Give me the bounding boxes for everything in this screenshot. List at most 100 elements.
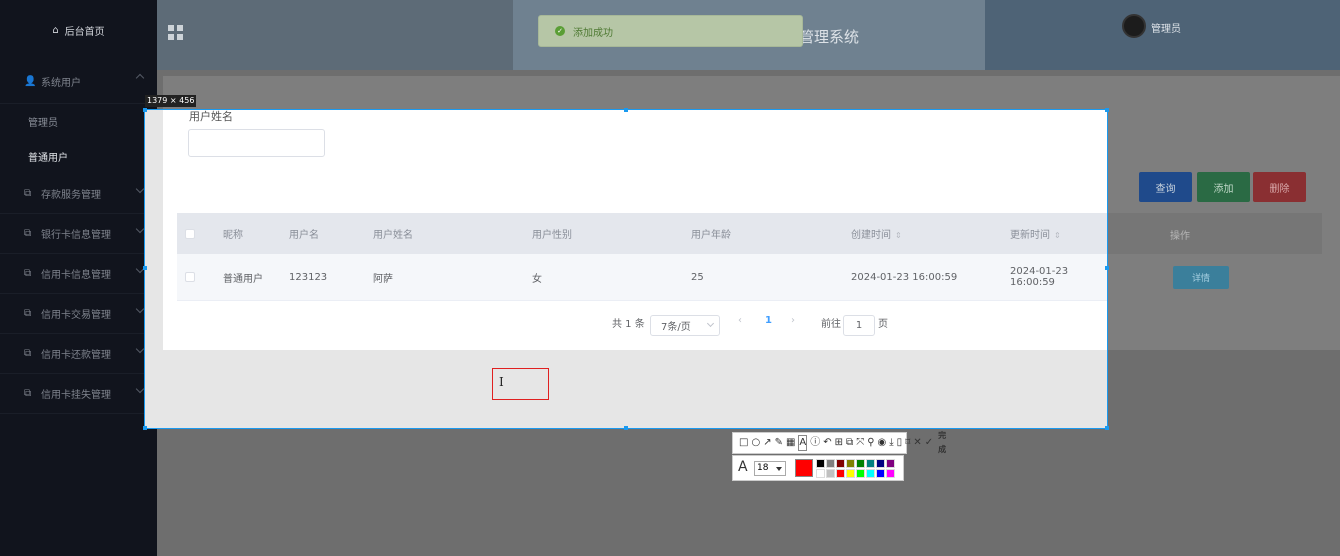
text-tool-icon[interactable]: A bbox=[798, 435, 808, 451]
chevron-down-icon bbox=[135, 224, 145, 234]
color-swatch[interactable] bbox=[886, 459, 895, 468]
scroll-capture-icon[interactable]: ⤧ bbox=[856, 436, 864, 450]
user-name[interactable]: 管理员 bbox=[1151, 20, 1181, 35]
mosaic-tool-icon[interactable]: ▦ bbox=[786, 436, 795, 450]
page-number-1[interactable]: 1 bbox=[765, 315, 772, 326]
sidebar-group-system-users[interactable]: 👤 系统用户 bbox=[0, 60, 157, 104]
select-all-checkbox[interactable] bbox=[185, 228, 195, 239]
dropdown-arrow-icon bbox=[776, 467, 782, 471]
current-color-swatch[interactable] bbox=[795, 459, 813, 477]
delete-button[interactable]: 删除 bbox=[1253, 172, 1306, 202]
sidebar-group-credit-info[interactable]: ⧉ 信用卡信息管理 bbox=[0, 254, 157, 294]
record-icon[interactable]: ◉ bbox=[878, 436, 887, 450]
resize-handle[interactable] bbox=[624, 426, 628, 430]
goto-page-input[interactable]: 1 bbox=[843, 315, 875, 336]
color-swatch[interactable] bbox=[836, 469, 845, 478]
cell-gender: 女 bbox=[532, 273, 542, 285]
resize-handle[interactable] bbox=[1105, 266, 1109, 270]
color-swatch[interactable] bbox=[826, 459, 835, 468]
add-button[interactable]: 添加 bbox=[1197, 172, 1250, 202]
color-swatch[interactable] bbox=[876, 459, 885, 468]
resize-handle[interactable] bbox=[143, 266, 147, 270]
ellipse-tool-icon[interactable]: ○ bbox=[751, 436, 760, 450]
cell-created: 2024-01-23 16:00:59 bbox=[851, 271, 958, 283]
home-icon: ⌂ bbox=[52, 24, 59, 36]
table-row: 普通用户 123123 阿萨 女 25 2024-01-23 16:00:59 … bbox=[177, 254, 1107, 301]
ocr-icon[interactable]: ⊞ bbox=[835, 436, 843, 450]
sidebar-group-deposit[interactable]: ⧉ 存款服务管理 bbox=[0, 174, 157, 214]
color-swatch[interactable] bbox=[856, 459, 865, 468]
color-swatch[interactable] bbox=[876, 469, 885, 478]
color-swatch[interactable] bbox=[816, 469, 825, 478]
sidebar-home[interactable]: ⌂ 后台首页 bbox=[0, 0, 157, 60]
column-header-nickname: 昵称 bbox=[223, 230, 243, 241]
page-size-select[interactable]: 7条/页 bbox=[650, 315, 720, 336]
number-tool-icon[interactable]: ⓘ bbox=[810, 436, 820, 450]
color-swatch[interactable] bbox=[826, 469, 835, 478]
color-swatch[interactable] bbox=[846, 469, 855, 478]
sidebar-group-credit-loss[interactable]: ⧉ 信用卡挂失管理 bbox=[0, 374, 157, 414]
resize-handle[interactable] bbox=[1105, 108, 1109, 112]
cell-name: 阿萨 bbox=[373, 273, 393, 285]
bookmark-icon[interactable]: ⌑ bbox=[905, 436, 910, 450]
success-toast: ✓ 添加成功 bbox=[538, 15, 803, 47]
sidebar-home-label: 后台首页 bbox=[64, 26, 105, 38]
column-header-created[interactable]: 创建时间 ⇕ bbox=[851, 226, 902, 241]
column-header-updated[interactable]: 更新时间 ⇕ bbox=[1010, 226, 1061, 241]
pin-icon[interactable]: ⚲ bbox=[867, 436, 874, 450]
arrow-tool-icon[interactable]: ↗ bbox=[763, 436, 771, 450]
annotation-text-box[interactable]: I bbox=[492, 368, 549, 400]
capture-selection[interactable]: 用户姓名 昵称 用户名 用户姓名 用户性别 用户年龄 创建时间 ⇕ 更新时间 ⇕ 普… bbox=[144, 109, 1108, 429]
sidebar-group-bank-card[interactable]: ⧉ 银行卡信息管理 bbox=[0, 214, 157, 254]
query-button[interactable]: 查询 bbox=[1139, 172, 1192, 202]
external-icon: ⧉ bbox=[24, 188, 32, 199]
color-swatch[interactable] bbox=[866, 459, 875, 468]
chevron-up-icon bbox=[135, 73, 145, 83]
prev-page-button[interactable]: ‹ bbox=[738, 315, 742, 326]
external-icon: ⧉ bbox=[24, 228, 32, 239]
translate-icon[interactable]: ⧉ bbox=[846, 436, 853, 450]
save-icon[interactable]: ⤓ bbox=[889, 436, 893, 450]
avatar[interactable] bbox=[1122, 14, 1146, 38]
sort-icon[interactable]: ⇕ bbox=[895, 231, 902, 240]
next-page-button[interactable]: › bbox=[791, 315, 795, 326]
sidebar-group-credit-repay[interactable]: ⧉ 信用卡还款管理 bbox=[0, 334, 157, 374]
sidebar-group-credit-trade[interactable]: ⧉ 信用卡交易管理 bbox=[0, 294, 157, 334]
sort-icon[interactable]: ⇕ bbox=[1054, 231, 1061, 240]
search-name-label: 用户姓名 bbox=[189, 110, 233, 123]
resize-handle[interactable] bbox=[1105, 426, 1109, 430]
external-icon: ⧉ bbox=[24, 388, 32, 399]
sidebar: ⌂ 后台首页 👤 系统用户 管理员 普通用户 ⧉ 存款服务管理 ⧉ 银行卡信息管… bbox=[0, 0, 157, 556]
check-circle-icon: ✓ bbox=[555, 26, 565, 36]
detail-button[interactable]: 详情 bbox=[1173, 266, 1229, 289]
column-header-action: 操作 bbox=[1170, 231, 1190, 242]
color-swatch[interactable] bbox=[846, 459, 855, 468]
close-icon[interactable]: ✕ bbox=[913, 436, 921, 450]
font-size-select[interactable]: 18 bbox=[754, 461, 786, 476]
rectangle-tool-icon[interactable]: □ bbox=[739, 436, 748, 450]
sidebar-item-admin[interactable]: 管理员 bbox=[0, 104, 157, 139]
chevron-down-icon bbox=[706, 319, 715, 328]
row-checkbox[interactable] bbox=[185, 272, 195, 282]
font-icon: A bbox=[738, 459, 748, 475]
goto-label: 前往 bbox=[821, 319, 841, 330]
sidebar-item-normal-user[interactable]: 普通用户 bbox=[0, 139, 157, 174]
undo-icon[interactable]: ↶ bbox=[823, 436, 831, 450]
copy-icon[interactable]: ▯ bbox=[897, 436, 903, 450]
search-name-input[interactable] bbox=[188, 129, 325, 157]
check-icon[interactable]: ✓ bbox=[925, 436, 933, 450]
cell-username: 123123 bbox=[289, 271, 328, 283]
cell-updated: 2024-01-23 16:00:59 bbox=[1010, 266, 1069, 288]
pencil-tool-icon[interactable]: ✎ bbox=[775, 436, 783, 450]
color-swatch[interactable] bbox=[886, 469, 895, 478]
resize-handle[interactable] bbox=[143, 426, 147, 430]
color-swatch[interactable] bbox=[856, 469, 865, 478]
external-icon: ⧉ bbox=[24, 268, 32, 279]
menu-toggle-icon[interactable] bbox=[168, 25, 183, 40]
color-swatch[interactable] bbox=[816, 459, 825, 468]
color-swatch[interactable] bbox=[836, 459, 845, 468]
color-swatch[interactable] bbox=[866, 469, 875, 478]
done-button[interactable]: 完成 bbox=[938, 429, 946, 457]
resize-handle[interactable] bbox=[143, 108, 147, 112]
resize-handle[interactable] bbox=[624, 108, 628, 112]
